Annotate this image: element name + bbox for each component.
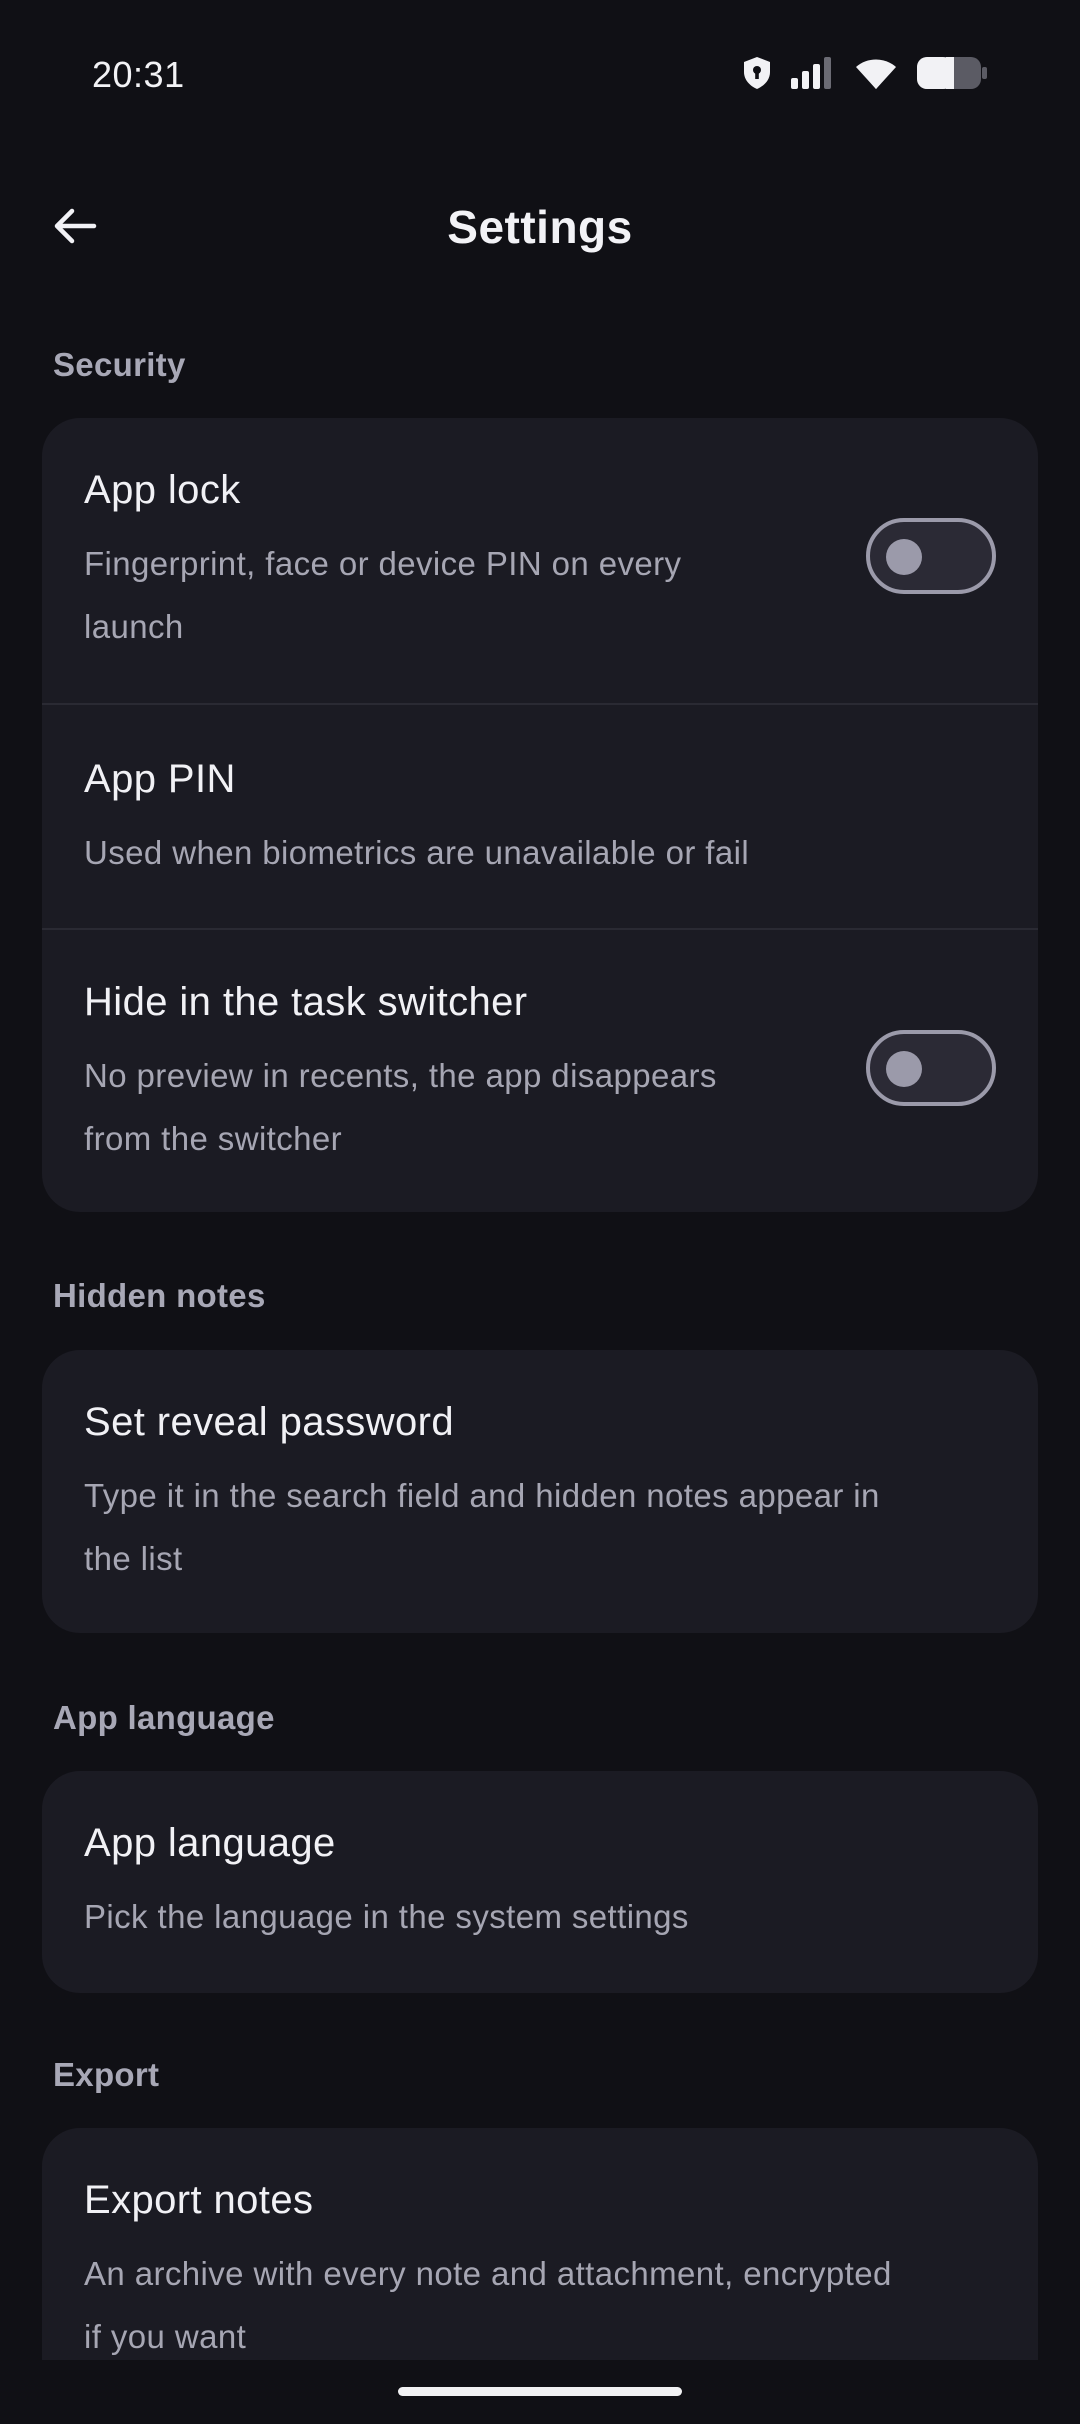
app-lock-title: App lock [84, 468, 241, 512]
status-time: 20:31 [92, 54, 185, 95]
page-title: Settings [447, 201, 633, 253]
shield-lock-icon [742, 56, 772, 90]
app-pin-subtitle: Used when biometrics are unavailable or … [84, 834, 750, 871]
app-language-card: App language Pick the language in the sy… [42, 1771, 1038, 1993]
hide-switcher-toggle[interactable] [866, 1030, 996, 1106]
wifi-icon [854, 56, 898, 90]
app-pin-title: App PIN [84, 757, 236, 801]
export-notes-subtitle-line1: An archive with every note and attachmen… [84, 2255, 892, 2292]
app-lock-subtitle-line2: launch [84, 608, 184, 645]
reveal-password-subtitle-line1: Type it in the search field and hidden n… [84, 1477, 880, 1514]
app-pin-row[interactable]: App PIN Used when biometrics are unavail… [42, 703, 1038, 928]
security-card: App lock Fingerprint, face or device PIN… [42, 418, 1038, 1212]
status-icons [742, 56, 988, 90]
home-indicator[interactable] [398, 2387, 682, 2396]
app-language-row[interactable]: App language Pick the language in the sy… [42, 1771, 1038, 1993]
export-notes-subtitle-line2: if you want [84, 2318, 247, 2355]
hidden-notes-card: Set reveal password Type it in the searc… [42, 1350, 1038, 1633]
section-header-hidden-notes: Hidden notes [53, 1277, 266, 1314]
hide-switcher-row[interactable]: Hide in the task switcher No preview in … [42, 928, 1038, 1212]
signal-icon [790, 56, 836, 90]
app-language-subtitle: Pick the language in the system settings [84, 1898, 689, 1935]
app-lock-subtitle-line1: Fingerprint, face or device PIN on every [84, 545, 682, 582]
app-bar: Settings [0, 180, 1080, 270]
hide-switcher-subtitle-line2: from the switcher [84, 1120, 343, 1157]
reveal-password-row[interactable]: Set reveal password Type it in the searc… [42, 1350, 1038, 1633]
section-header-export: Export [53, 2056, 160, 2093]
battery-icon [916, 56, 988, 90]
app-language-title: App language [84, 1821, 336, 1865]
toggle-knob [886, 1051, 922, 1087]
hide-switcher-subtitle-line1: No preview in recents, the app disappear… [84, 1057, 717, 1094]
app-lock-toggle[interactable] [866, 518, 996, 594]
section-header-security: Security [53, 346, 186, 383]
reveal-password-subtitle-line2: the list [84, 1540, 183, 1577]
export-notes-title: Export notes [84, 2178, 314, 2222]
hide-switcher-title: Hide in the task switcher [84, 980, 528, 1024]
toggle-knob [886, 539, 922, 575]
section-header-app-language: App language [53, 1699, 275, 1736]
reveal-password-title: Set reveal password [84, 1400, 455, 1444]
status-bar: 20:31 [0, 0, 1080, 150]
app-lock-row[interactable]: App lock Fingerprint, face or device PIN… [42, 418, 1038, 703]
